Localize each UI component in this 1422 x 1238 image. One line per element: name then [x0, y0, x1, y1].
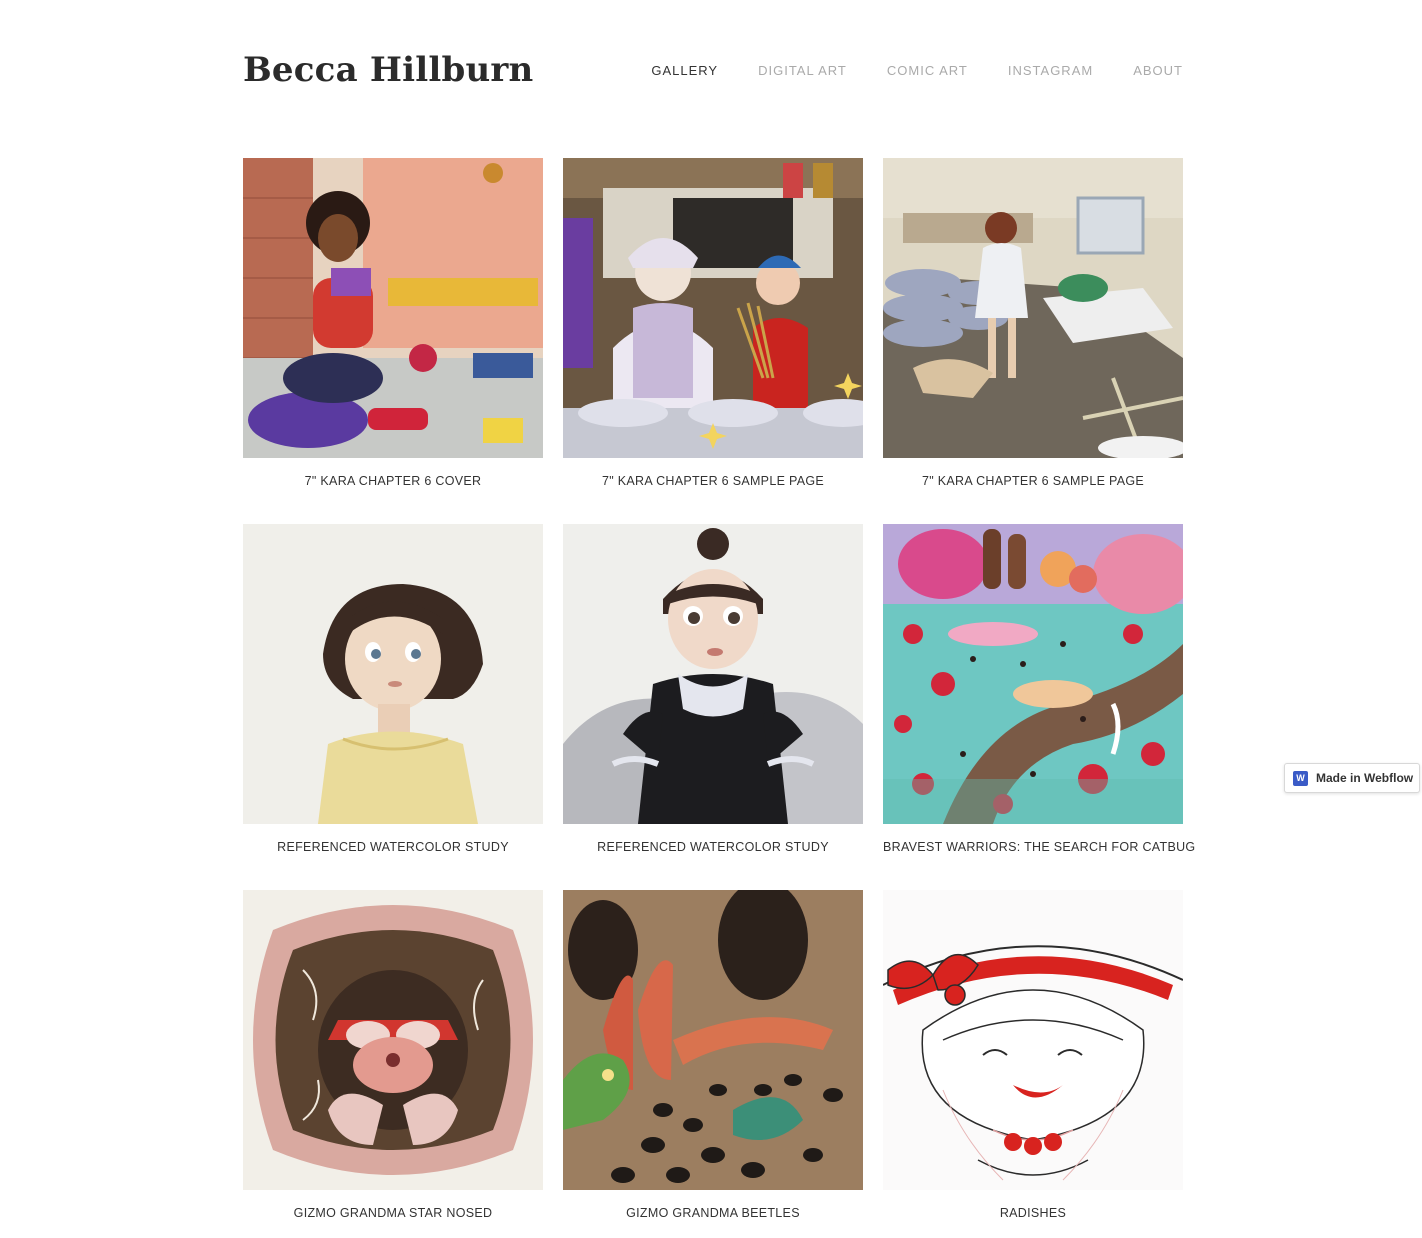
artwork-image — [243, 890, 543, 1190]
brand-logo[interactable]: Becca Hillburn — [243, 48, 533, 92]
item-caption: 7" KARA CHAPTER 6 SAMPLE PAGE — [601, 474, 824, 488]
item-caption: BRAVEST WARRIORS: THE SEARCH FOR CATBUG — [883, 840, 1196, 854]
item-caption: GIZMO GRANDMA STAR NOSED — [293, 1206, 493, 1220]
item-caption: 7" KARA CHAPTER 6 SAMPLE PAGE — [921, 474, 1144, 488]
nav-digital-art[interactable]: DIGITAL ART — [758, 60, 847, 82]
artwork-image — [563, 524, 863, 824]
artwork-image — [883, 524, 1183, 824]
made-in-webflow-badge[interactable]: W Made in Webflow — [1284, 763, 1420, 793]
site-header: Becca Hillburn GALLERY DIGITAL ART COMIC… — [243, 44, 1183, 100]
item-caption: REFERENCED WATERCOLOR STUDY — [277, 840, 509, 854]
artwork-image — [883, 890, 1183, 1190]
gallery-grid: 7" KARA CHAPTER 6 COVER 7" KARA CHAPTER … — [243, 158, 1196, 1238]
badge-label: Made in Webflow — [1316, 771, 1414, 785]
item-caption: RADISHES — [999, 1206, 1067, 1220]
webflow-logo-icon: W — [1293, 770, 1308, 786]
gallery-item[interactable]: REFERENCED WATERCOLOR STUDY — [243, 524, 543, 890]
artwork-image — [243, 158, 543, 458]
artwork-image — [883, 158, 1183, 458]
gallery-item[interactable]: 7" KARA CHAPTER 6 SAMPLE PAGE — [563, 158, 863, 524]
gallery-item[interactable]: GIZMO GRANDMA STAR NOSED — [243, 890, 543, 1238]
gallery-item[interactable]: REFERENCED WATERCOLOR STUDY — [563, 524, 863, 890]
main-nav: GALLERY DIGITAL ART COMIC ART INSTAGRAM … — [611, 60, 1183, 82]
gallery-item[interactable]: BRAVEST WARRIORS: THE SEARCH FOR CATBUG — [883, 524, 1196, 890]
item-caption: 7" KARA CHAPTER 6 COVER — [304, 474, 482, 488]
nav-gallery[interactable]: GALLERY — [651, 60, 718, 82]
page: Becca Hillburn GALLERY DIGITAL ART COMIC… — [0, 0, 1422, 1238]
gallery-item[interactable]: 7" KARA CHAPTER 6 COVER — [243, 158, 543, 524]
item-caption: GIZMO GRANDMA BEETLES — [626, 1206, 800, 1220]
item-caption: REFERENCED WATERCOLOR STUDY — [597, 840, 829, 854]
nav-about[interactable]: ABOUT — [1133, 60, 1183, 82]
gallery-item[interactable]: 7" KARA CHAPTER 6 SAMPLE PAGE — [883, 158, 1183, 524]
gallery-item[interactable]: GIZMO GRANDMA BEETLES — [563, 890, 863, 1238]
artwork-image — [563, 890, 863, 1190]
artwork-image — [243, 524, 543, 824]
nav-instagram[interactable]: INSTAGRAM — [1008, 60, 1093, 82]
gallery-item[interactable]: RADISHES — [883, 890, 1183, 1238]
nav-comic-art[interactable]: COMIC ART — [887, 60, 968, 82]
artwork-image — [563, 158, 863, 458]
